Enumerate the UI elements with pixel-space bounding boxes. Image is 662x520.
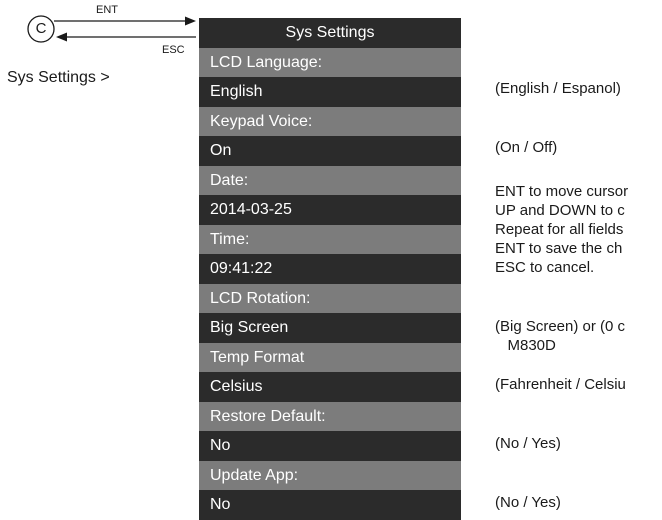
setting-value[interactable]: 09:41:22 (199, 254, 461, 284)
esc-arrow-head (56, 32, 67, 42)
ent-arrow-head (185, 16, 196, 26)
note-restore-default: (No / Yes) (495, 435, 561, 452)
note-update-app: (No / Yes) (495, 494, 561, 511)
setting-label: Temp Format (199, 342, 461, 372)
panel-title: Sys Settings (199, 18, 461, 48)
setting-value[interactable]: Big Screen (199, 313, 461, 343)
note-language: (English / Espanol) (495, 80, 621, 97)
ent-label: ENT (96, 4, 118, 16)
setting-value[interactable]: 2014-03-25 (199, 195, 461, 225)
breadcrumb: Sys Settings > (7, 69, 110, 86)
note-datetime: ENT to move cursor UP and DOWN to c Repe… (495, 183, 629, 276)
setting-label: Keypad Voice: (199, 106, 461, 136)
setting-label: Date: (199, 165, 461, 195)
note-rotation: (Big Screen) or (0 c M830D (495, 318, 626, 354)
circle-letter: C (35, 20, 47, 37)
note-temp-format: (Fahrenheit / Celsiu (495, 376, 626, 393)
setting-value[interactable]: Celsius (199, 372, 461, 402)
setting-label: Update App: (199, 460, 461, 490)
setting-value[interactable]: On (199, 136, 461, 166)
setting-label: LCD Language: (199, 47, 461, 77)
setting-value[interactable]: No (199, 431, 461, 461)
setting-label: Restore Default: (199, 401, 461, 431)
setting-value[interactable]: English (199, 77, 461, 107)
note-voice: (On / Off) (495, 139, 558, 156)
setting-label: Time: (199, 224, 461, 254)
settings-list: LCD Language: English Keypad Voice: On Date:… (199, 47, 461, 520)
setting-label: LCD Rotation: (199, 283, 461, 313)
esc-label: ESC (162, 44, 185, 56)
sys-settings-panel: Sys Settings LCD Language: English Keypad … (199, 18, 461, 520)
setting-value[interactable]: No (199, 490, 461, 520)
